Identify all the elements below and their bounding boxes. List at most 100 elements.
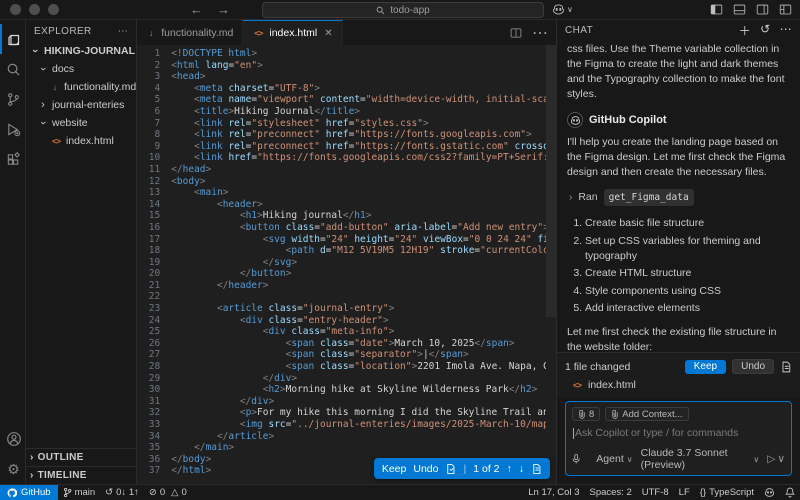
tree-folder-docs[interactable]: › docs [26, 60, 136, 78]
code-line[interactable]: 33 <img src="../journal-enteries/images/… [137, 419, 556, 431]
run-debug-icon[interactable] [0, 114, 26, 144]
code-line[interactable]: 11</head> [137, 164, 556, 176]
explorer-more-actions-icon[interactable]: ⋯ [118, 26, 128, 37]
code-line[interactable]: 35 </main> [137, 442, 556, 454]
nav-back-icon[interactable]: ← [190, 2, 203, 17]
search-sidebar-icon[interactable] [0, 54, 26, 84]
send-button[interactable]: ▷ ∨ [767, 453, 785, 465]
open-file-icon[interactable] [445, 463, 456, 475]
split-editor-icon[interactable] [510, 27, 522, 39]
code-line[interactable]: 31 </div> [137, 396, 556, 408]
tree-file-functionality-md[interactable]: ↓ functionality.md [26, 78, 136, 96]
code-line[interactable]: 14 <header> [137, 199, 556, 211]
code-line[interactable]: 12<body> [137, 176, 556, 188]
command-center-search[interactable]: todo-app [262, 2, 544, 18]
maximize-window-icon[interactable] [48, 4, 59, 15]
chat-more-actions-icon[interactable]: ⋯ [780, 22, 792, 39]
code-line[interactable]: 4 <meta charset="UTF-8"> [137, 83, 556, 95]
code-line[interactable]: 25 <div class="meta-info"> [137, 326, 556, 338]
notifications-bell-icon[interactable] [780, 485, 800, 500]
settings-gear-icon[interactable]: ⚙ [0, 454, 26, 484]
tree-folder-website[interactable]: › website [26, 114, 136, 132]
close-window-icon[interactable] [10, 4, 21, 15]
code-line[interactable]: 9 <link rel="preconnect" href="https://f… [137, 141, 556, 153]
code-line[interactable]: 32 <p>For my hike this morning I did the… [137, 407, 556, 419]
new-chat-icon[interactable]: ＋ [739, 22, 751, 39]
language-mode[interactable]: {} TypeScript [695, 485, 759, 500]
changed-file-row[interactable]: <> index.html [565, 374, 792, 393]
chat-history-icon[interactable]: ↺ [760, 22, 770, 39]
code-line[interactable]: 8 <link rel="preconnect" href="https://f… [137, 129, 556, 141]
minimap[interactable] [546, 45, 556, 484]
copilot-status-icon[interactable] [759, 485, 780, 500]
code-line[interactable]: 3<head> [137, 71, 556, 83]
encoding-setting[interactable]: UTF-8 [637, 485, 674, 500]
indentation-setting[interactable]: Spaces: 2 [584, 485, 636, 500]
code-line[interactable]: 22 [137, 291, 556, 303]
code-line[interactable]: 15 <h1>Hiking journal</h1> [137, 210, 556, 222]
chat-text-input[interactable]: Ask Copilot or type / for commands [573, 427, 785, 439]
outline-section[interactable]: › OUTLINE [26, 448, 136, 466]
mode-selector[interactable]: Agent ∨ [596, 453, 632, 465]
code-line[interactable]: 6 <title>Hiking Journal</title> [137, 106, 556, 118]
tab-index-html[interactable]: <> index.html ✕ [243, 20, 342, 45]
code-line[interactable]: 29 </div> [137, 373, 556, 385]
close-tab-icon[interactable]: ✕ [324, 28, 332, 39]
code-line[interactable]: 24 <div class="entry-header"> [137, 315, 556, 327]
model-selector[interactable]: Claude 3.7 Sonnet (Preview) ∨ [641, 447, 760, 471]
remote-github-button[interactable]: GitHub [0, 485, 58, 500]
source-control-icon[interactable] [0, 84, 26, 114]
code-line[interactable]: 2<html lang="en"> [137, 60, 556, 72]
toggle-panel-icon[interactable] [733, 3, 746, 16]
branch-indicator[interactable]: main [58, 485, 101, 500]
minimize-window-icon[interactable] [29, 4, 40, 15]
sync-indicator[interactable]: ↺ 0↓ 1↑ [100, 485, 144, 500]
code-line[interactable]: 34 </article> [137, 431, 556, 443]
keep-all-button[interactable]: Keep [685, 360, 726, 374]
undo-all-button[interactable]: Undo [732, 359, 774, 374]
toggle-primary-sidebar-icon[interactable] [710, 3, 723, 16]
keep-button[interactable]: Keep [382, 463, 407, 475]
view-diff-icon[interactable] [780, 361, 792, 373]
code-line[interactable]: 30 <h2>Morning hike at Skyline Wildernes… [137, 384, 556, 396]
code-editor[interactable]: 1<!DOCTYPE html>2<html lang="en">3<head>… [137, 45, 556, 484]
code-line[interactable]: 26 <span class="date">March 10, 2025</sp… [137, 338, 556, 350]
diff-editor-icon[interactable] [531, 463, 542, 475]
tree-folder-journal-enteries[interactable]: › journal-enteries [26, 96, 136, 114]
code-line[interactable]: 16 <button class="add-button" aria-label… [137, 222, 556, 234]
accounts-icon[interactable] [0, 424, 26, 454]
eol-setting[interactable]: LF [674, 485, 695, 500]
chat-input-box[interactable]: 8 Add Context... Ask Copilot or type / f… [565, 401, 792, 476]
problems-indicator[interactable]: ⊘ 0 △ 0 [144, 485, 192, 500]
code-line[interactable]: 13 <main> [137, 187, 556, 199]
undo-button[interactable]: Undo [413, 463, 438, 475]
code-line[interactable]: 7 <link rel="stylesheet" href="styles.cs… [137, 118, 556, 130]
code-line[interactable]: 18 <path d="M12 5V19M5 12H19" stroke="cu… [137, 245, 556, 257]
code-line[interactable]: 23 <article class="journal-entry"> [137, 303, 556, 315]
nav-forward-icon[interactable]: → [217, 2, 230, 17]
code-line[interactable]: 27 <span class="separator">|</span> [137, 349, 556, 361]
attachments-chip[interactable]: 8 [572, 407, 600, 421]
code-line[interactable]: 20 </button> [137, 268, 556, 280]
code-line[interactable]: 21 </header> [137, 280, 556, 292]
code-line[interactable]: 5 <meta name="viewport" content="width=d… [137, 94, 556, 106]
timeline-section[interactable]: › TIMELINE [26, 466, 136, 484]
tree-root-hiking-journal[interactable]: › HIKING-JOURNAL [26, 42, 136, 60]
explorer-icon[interactable] [0, 24, 26, 54]
microphone-icon[interactable] [572, 453, 580, 465]
customize-layout-icon[interactable] [779, 3, 792, 16]
next-change-icon[interactable]: ↓ [519, 463, 524, 475]
code-line[interactable]: 19 </svg> [137, 257, 556, 269]
traffic-lights[interactable] [0, 4, 70, 15]
code-line[interactable]: 28 <span class="location">2201 Imola Ave… [137, 361, 556, 373]
copilot-menu-button[interactable]: ∨ [552, 3, 573, 16]
tab-functionality-md[interactable]: ↓ functionality.md [137, 20, 243, 45]
editor-more-actions-icon[interactable]: ⋯ [532, 23, 548, 43]
extensions-icon[interactable] [0, 144, 26, 174]
tool-run-row[interactable]: › Ran get_Figma_data [569, 189, 790, 206]
chat-conversation[interactable]: css files. Use the Theme variable collec… [557, 40, 800, 352]
previous-change-icon[interactable]: ↑ [507, 463, 512, 475]
code-line[interactable]: 17 <svg width="24" height="24" viewBox="… [137, 234, 556, 246]
code-line[interactable]: 1<!DOCTYPE html> [137, 48, 556, 60]
cursor-position[interactable]: Ln 17, Col 3 [523, 485, 584, 500]
